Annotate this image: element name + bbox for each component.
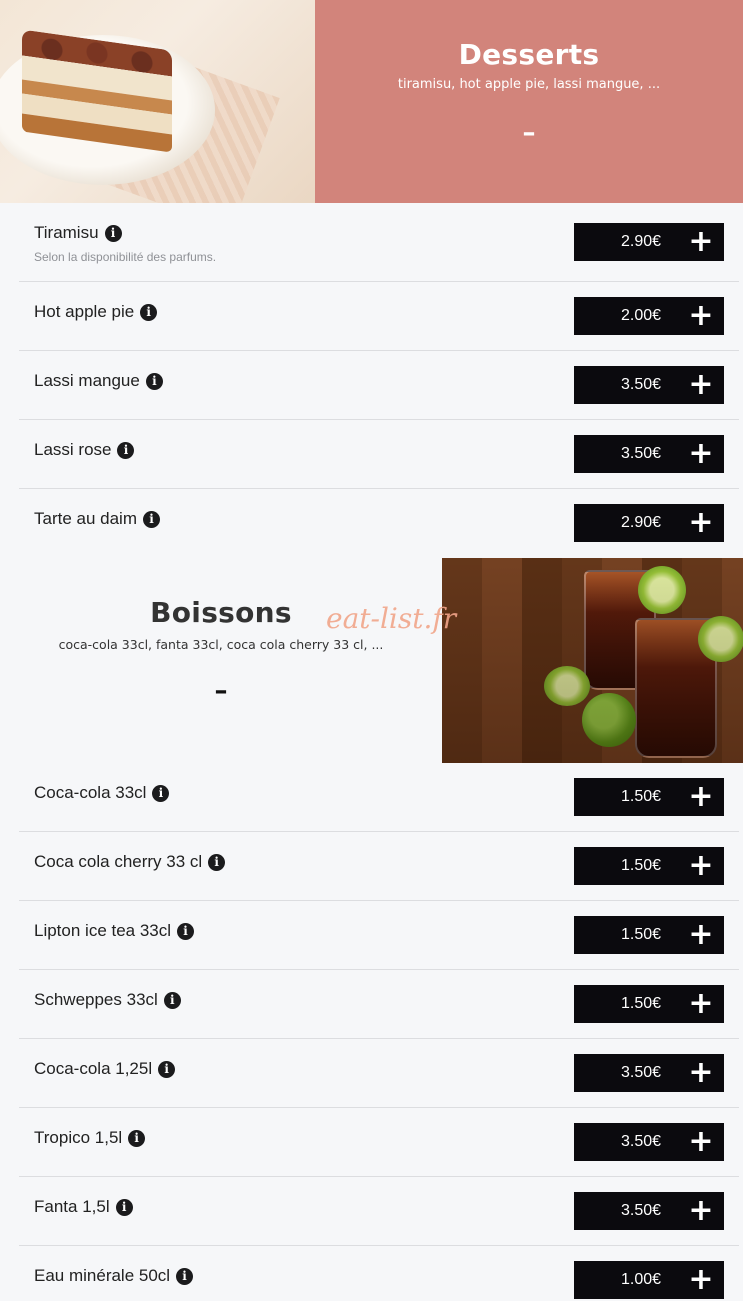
menu-item: Coca-cola 1,25l i 3.50€ + (19, 1039, 739, 1108)
tiramisu-image (0, 0, 315, 203)
item-price: 1.00€ (620, 1271, 662, 1288)
item-name: Tiramisu (34, 223, 99, 242)
menu-item: Hot apple pie i 2.00€ + (19, 282, 739, 351)
item-price: 3.50€ (620, 1064, 662, 1081)
menu-item: Schweppes 33cl i 1.50€ + (19, 970, 739, 1039)
info-icon[interactable]: i (177, 922, 195, 940)
item-price: 1.50€ (620, 788, 662, 805)
add-to-cart-button[interactable]: 3.50€ + (574, 366, 724, 404)
item-name: Lipton ice tea 33cl (34, 921, 172, 940)
category-subtitle: tiramisu, hot apple pie, lassi mangue, .… (397, 77, 661, 92)
item-name: Hot apple pie (34, 302, 135, 321)
plus-icon: + (688, 367, 714, 402)
menu-item: Lassi mangue i 3.50€ + (19, 351, 739, 420)
item-name: Tropico 1,5l (34, 1128, 123, 1147)
add-to-cart-button[interactable]: 2.90€ + (574, 223, 724, 261)
item-price: 2.00€ (620, 307, 662, 324)
info-icon[interactable]: i (152, 784, 170, 802)
category-title: Desserts (458, 38, 600, 71)
item-price: 2.90€ (620, 233, 662, 250)
boissons-category-panel[interactable]: Boissons coca-cola 33cl, fanta 33cl, coc… (0, 558, 442, 763)
add-to-cart-button[interactable]: 1.50€ + (574, 916, 724, 954)
menu-item: Lipton ice tea 33cl i 1.50€ + (19, 901, 739, 970)
item-name: Coca-cola 33cl (34, 783, 147, 802)
item-name: Schweppes 33cl (34, 990, 158, 1009)
plus-icon: + (688, 986, 714, 1021)
info-icon[interactable]: i (163, 991, 181, 1009)
item-name: Fanta 1,5l (34, 1197, 110, 1216)
add-to-cart-button[interactable]: 3.50€ + (574, 1192, 724, 1230)
menu-item: Tropico 1,5l i 3.50€ + (19, 1108, 739, 1177)
info-icon[interactable]: i (143, 510, 160, 528)
add-to-cart-button[interactable]: 3.50€ + (574, 1054, 724, 1092)
item-price: 3.50€ (620, 445, 662, 462)
item-price: 3.50€ (620, 1202, 662, 1219)
plus-icon: + (688, 779, 714, 814)
menu-item: Lassi rose i 3.50€ + (19, 420, 739, 489)
info-icon[interactable]: i (128, 1129, 146, 1147)
item-price: 1.50€ (620, 857, 662, 874)
add-to-cart-button[interactable]: 1.50€ + (574, 847, 724, 885)
info-icon[interactable]: i (104, 224, 122, 242)
info-icon[interactable]: i (145, 372, 163, 390)
item-name: Tarte au daim (34, 509, 137, 528)
info-icon[interactable]: i (117, 441, 135, 459)
item-name: Coca-cola 1,25l (34, 1059, 153, 1078)
menu-item: Tarte au daim i 2.90€ + (19, 489, 739, 558)
plus-icon: + (688, 1124, 714, 1159)
collapse-icon[interactable]: – (315, 118, 743, 148)
plus-icon: + (688, 1262, 714, 1297)
item-price: 3.50€ (620, 376, 662, 393)
add-to-cart-button[interactable]: 3.50€ + (574, 435, 724, 473)
plus-icon: + (688, 298, 714, 333)
plus-icon: + (688, 224, 714, 259)
add-to-cart-button[interactable]: 2.90€ + (574, 504, 724, 542)
boissons-list: Coca-cola 33cl i 1.50€ + Coca cola cherr… (0, 763, 743, 1301)
item-price: 3.50€ (620, 1133, 662, 1150)
add-to-cart-button[interactable]: 1.00€ + (574, 1261, 724, 1299)
menu-item: Tiramisu i Selon la disponibilité des pa… (19, 203, 739, 282)
add-to-cart-button[interactable]: 1.50€ + (574, 985, 724, 1023)
menu-item: Eau minérale 50cl i 1.00€ + (19, 1246, 739, 1301)
menu-item: Coca-cola 33cl i 1.50€ + (19, 763, 739, 832)
info-icon[interactable]: i (208, 853, 226, 871)
desserts-banner[interactable]: Desserts tiramisu, hot apple pie, lassi … (0, 0, 743, 203)
category-subtitle: coca-cola 33cl, fanta 33cl, coca cola ch… (58, 637, 384, 652)
collapse-icon[interactable]: – (0, 676, 442, 706)
boissons-banner[interactable]: Boissons coca-cola 33cl, fanta 33cl, coc… (0, 558, 743, 763)
plus-icon: + (688, 1055, 714, 1090)
item-name: Coca cola cherry 33 cl (34, 852, 203, 871)
drinks-image (442, 558, 743, 763)
info-icon[interactable]: i (140, 303, 158, 321)
add-to-cart-button[interactable]: 2.00€ + (574, 297, 724, 335)
info-icon[interactable]: i (158, 1060, 176, 1078)
plus-icon: + (688, 848, 714, 883)
item-name: Lassi rose (34, 440, 112, 459)
plus-icon: + (688, 917, 714, 952)
info-icon[interactable]: i (176, 1267, 194, 1285)
item-price: 1.50€ (620, 926, 662, 943)
menu-item: Coca cola cherry 33 cl i 1.50€ + (19, 832, 739, 901)
item-name: Lassi mangue (34, 371, 140, 390)
plus-icon: + (688, 436, 714, 471)
desserts-category-panel[interactable]: Desserts tiramisu, hot apple pie, lassi … (315, 0, 743, 203)
item-price: 2.90€ (620, 514, 662, 531)
item-name: Eau minérale 50cl (34, 1266, 171, 1285)
desserts-list: Tiramisu i Selon la disponibilité des pa… (0, 203, 743, 558)
add-to-cart-button[interactable]: 1.50€ + (574, 778, 724, 816)
watermark: eat-list.fr (326, 602, 457, 635)
plus-icon: + (688, 505, 714, 540)
plus-icon: + (688, 1193, 714, 1228)
item-price: 1.50€ (620, 995, 662, 1012)
info-icon[interactable]: i (115, 1198, 133, 1216)
item-description: Selon la disponibilité des parfums. (34, 250, 217, 264)
menu-item: Fanta 1,5l i 3.50€ + (19, 1177, 739, 1246)
add-to-cart-button[interactable]: 3.50€ + (574, 1123, 724, 1161)
